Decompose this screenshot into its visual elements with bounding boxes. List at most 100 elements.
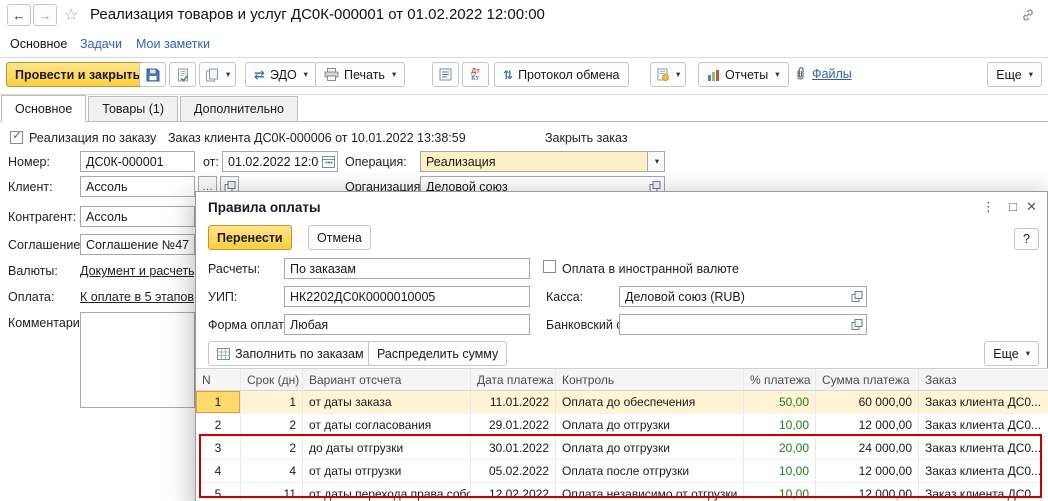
- post-document-button[interactable]: [169, 62, 196, 87]
- col-sum[interactable]: Сумма платежа: [816, 369, 919, 390]
- payment-form-field[interactable]: Любая: [284, 314, 530, 335]
- cell-control[interactable]: Оплата после отгрузки: [556, 460, 744, 482]
- dialog-maximize-icon[interactable]: □: [1009, 199, 1017, 214]
- cell-date[interactable]: 11.01.2022: [471, 391, 556, 413]
- cell-percent[interactable]: 10,00: [744, 460, 816, 482]
- dtkt-postings-button[interactable]: Дт Кт: [462, 62, 489, 87]
- cell-n[interactable]: 1: [196, 391, 241, 413]
- tab-main[interactable]: Основное: [1, 95, 86, 122]
- cell-sum[interactable]: 12 000,00: [816, 460, 919, 482]
- tab-goods[interactable]: Товары (1): [88, 96, 178, 121]
- cell-order[interactable]: Заказ клиента ДС0...: [919, 391, 1048, 413]
- cancel-button[interactable]: Отмена: [308, 225, 371, 250]
- exchange-protocol-button[interactable]: ⇅ Протокол обмена: [494, 62, 629, 87]
- copy-dropdown-button[interactable]: ▾: [199, 62, 236, 87]
- cell-percent[interactable]: 50,00: [744, 391, 816, 413]
- nav-tab-main[interactable]: Основное: [10, 37, 67, 51]
- nav-tab-notes[interactable]: Мои заметки: [136, 37, 210, 51]
- payment-row[interactable]: 4 4 от даты отгрузки 05.02.2022 Оплата п…: [196, 460, 1048, 483]
- cell-sum[interactable]: 12 000,00: [816, 414, 919, 436]
- payment-row[interactable]: 1 1 от даты заказа 11.01.2022 Оплата до …: [196, 391, 1048, 414]
- kassa-open-icon[interactable]: [848, 287, 866, 306]
- document-register-button[interactable]: [432, 62, 459, 87]
- cell-date[interactable]: 29.01.2022: [471, 414, 556, 436]
- help-button[interactable]: ?: [1014, 228, 1039, 250]
- bank-account-open-icon[interactable]: [848, 315, 866, 334]
- toolbar-more-button[interactable]: Еще ▾: [987, 62, 1042, 87]
- cell-percent[interactable]: 10,00: [744, 414, 816, 436]
- favorite-star-icon[interactable]: ☆: [64, 5, 78, 25]
- col-days[interactable]: Срок (дн): [241, 369, 303, 390]
- cell-n[interactable]: 2: [196, 414, 241, 436]
- cell-date[interactable]: 12.02.2022: [471, 483, 556, 501]
- order-checkbox[interactable]: ✓: [10, 131, 23, 144]
- files-link[interactable]: Файлы: [812, 67, 852, 81]
- print-button[interactable]: Печать ▾: [315, 62, 405, 87]
- transfer-button[interactable]: Перенести: [208, 225, 292, 250]
- foreign-currency-checkbox[interactable]: [543, 260, 556, 273]
- date-field[interactable]: 01.02.2022 12:00:00: [222, 151, 338, 172]
- cell-days[interactable]: 11: [241, 483, 303, 501]
- kassa-field[interactable]: Деловой союз (RUB): [619, 286, 867, 307]
- cell-control[interactable]: Оплата до отгрузки: [556, 414, 744, 436]
- cell-percent[interactable]: 10,00: [744, 483, 816, 501]
- col-n[interactable]: N: [196, 369, 241, 390]
- cell-percent[interactable]: 20,00: [744, 437, 816, 459]
- cell-variant[interactable]: от даты заказа: [303, 391, 471, 413]
- reports-button[interactable]: Отчеты ▾: [698, 62, 789, 87]
- uip-field[interactable]: НК2202ДС0К0000010005: [284, 286, 530, 307]
- forward-button[interactable]: →: [33, 4, 57, 26]
- cell-sum[interactable]: 60 000,00: [816, 391, 919, 413]
- contragent-field[interactable]: Ассоль: [80, 206, 195, 227]
- payment-row[interactable]: 3 2 до даты отгрузки 30.01.2022 Оплата д…: [196, 437, 1048, 460]
- dialog-more-button[interactable]: Еще ▾: [984, 341, 1039, 366]
- cell-n[interactable]: 4: [196, 460, 241, 482]
- currency-settings-link[interactable]: Документ и расчеты:: [80, 264, 194, 278]
- cell-days[interactable]: 1: [241, 391, 303, 413]
- cell-sum[interactable]: 12 000,00: [816, 483, 919, 501]
- cell-variant[interactable]: от даты перехода права собст...: [303, 483, 471, 501]
- payment-row[interactable]: 2 2 от даты согласования 29.01.2022 Опла…: [196, 414, 1048, 437]
- cell-variant[interactable]: до даты отгрузки: [303, 437, 471, 459]
- cell-days[interactable]: 2: [241, 437, 303, 459]
- operation-combo[interactable]: Реализация ▾: [420, 151, 665, 172]
- get-link-icon[interactable]: [1020, 7, 1036, 26]
- cell-n[interactable]: 5: [196, 483, 241, 501]
- cell-control[interactable]: Оплата независимо от отгрузки: [556, 483, 744, 501]
- chevron-down-icon[interactable]: ▾: [647, 152, 664, 171]
- col-date[interactable]: Дата платежа: [471, 369, 556, 390]
- cell-days[interactable]: 2: [241, 414, 303, 436]
- col-percent[interactable]: % платежа: [744, 369, 816, 390]
- number-field[interactable]: ДС0К-000001: [80, 151, 195, 172]
- dialog-close-icon[interactable]: ✕: [1026, 199, 1037, 215]
- comment-textarea[interactable]: [80, 312, 195, 408]
- dialog-more-icon[interactable]: ⋮: [982, 199, 995, 215]
- calc-field[interactable]: По заказам: [284, 258, 530, 279]
- edo-button[interactable]: ⇄ ЭДО ▾: [245, 62, 317, 87]
- cell-control[interactable]: Оплата до обеспечения: [556, 391, 744, 413]
- cell-control[interactable]: Оплата до отгрузки: [556, 437, 744, 459]
- agreement-field[interactable]: Соглашение №47: [80, 234, 195, 255]
- create-based-on-button[interactable]: ▾: [650, 62, 686, 87]
- col-variant[interactable]: Вариант отсчета: [303, 369, 471, 390]
- cell-sum[interactable]: 24 000,00: [816, 437, 919, 459]
- back-button[interactable]: ←: [7, 4, 31, 26]
- payment-row[interactable]: 5 11 от даты перехода права собст... 12.…: [196, 483, 1048, 501]
- cell-order[interactable]: Заказ клиента ДС0...: [919, 483, 1048, 501]
- cell-order[interactable]: Заказ клиента ДС0...: [919, 414, 1048, 436]
- cell-date[interactable]: 30.01.2022: [471, 437, 556, 459]
- tab-extra[interactable]: Дополнительно: [180, 96, 298, 121]
- calendar-icon[interactable]: [319, 152, 337, 171]
- distribute-sum-button[interactable]: Распределить сумму: [368, 341, 507, 366]
- nav-tab-tasks[interactable]: Задачи: [80, 37, 122, 51]
- client-field[interactable]: Ассоль: [80, 176, 195, 197]
- payment-stages-link[interactable]: К оплате в 5 этапов: [80, 290, 194, 304]
- close-order-link[interactable]: Закрыть заказ: [545, 131, 628, 145]
- col-order[interactable]: Заказ: [919, 369, 1048, 390]
- bank-account-field[interactable]: [619, 314, 867, 335]
- cell-days[interactable]: 4: [241, 460, 303, 482]
- customer-order-link[interactable]: Заказ клиента ДС0К-000006 от 10.01.2022 …: [168, 131, 466, 145]
- col-control[interactable]: Контроль: [556, 369, 744, 390]
- cell-date[interactable]: 05.02.2022: [471, 460, 556, 482]
- cell-order[interactable]: Заказ клиента ДС0...: [919, 460, 1048, 482]
